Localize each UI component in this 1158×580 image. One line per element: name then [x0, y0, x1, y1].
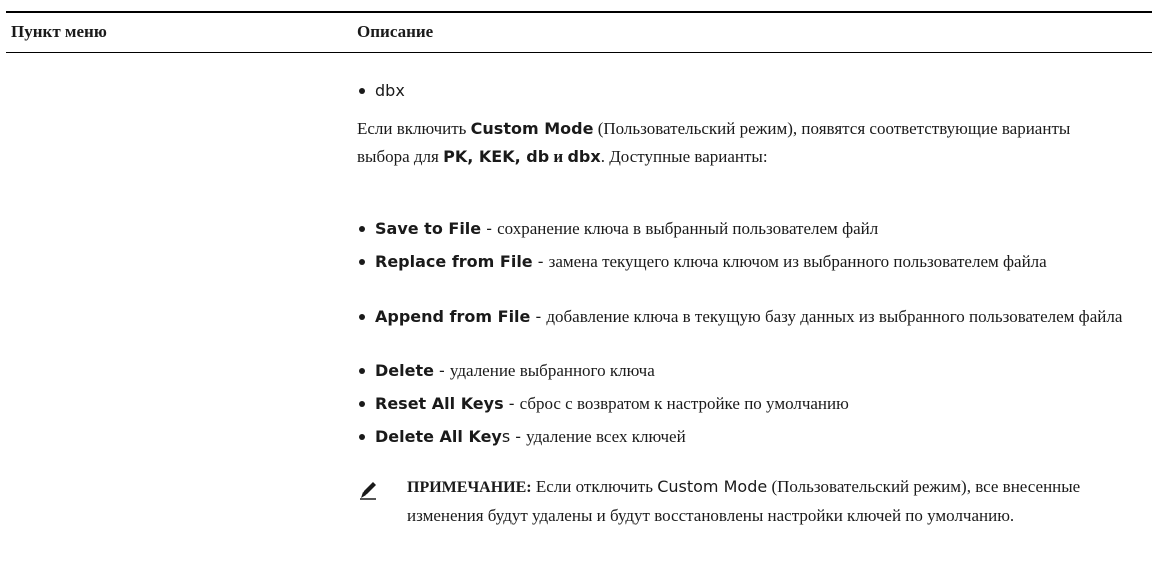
and-text: и [549, 147, 568, 166]
option-desc: сохранение ключа в выбранный пользовател… [497, 219, 879, 238]
note-text: ПРИМЕЧАНИЕ: Если отключить Custom Mode (… [407, 473, 1147, 530]
option-separator: - [481, 219, 498, 238]
bullet-icon [359, 259, 365, 265]
option-name: Save to File [375, 219, 482, 238]
option-separator: - [503, 394, 520, 413]
option-desc: удаление всех ключей [526, 427, 686, 446]
custom-mode-paragraph: Если включить Custom Mode (Пользовательс… [357, 115, 1117, 171]
bullet-icon [359, 401, 365, 407]
option-name: Delete [375, 361, 434, 380]
option-name: Reset All Keys [375, 394, 504, 413]
option-desc: удаление выбранного ключа [449, 361, 655, 380]
option-name: Append from File [375, 307, 531, 326]
custom-mode-term: Custom Mode [470, 119, 594, 138]
column-header-description: Описание [357, 22, 434, 41]
pencil-icon [360, 482, 376, 500]
list-item-text: dbx [375, 81, 405, 100]
bullet-icon [359, 368, 365, 374]
option-desc: добавление ключа в текущую базу данных и… [546, 307, 1123, 326]
option-desc: замена текущего ключа ключом из выбранно… [548, 252, 1047, 271]
menu-table: Пункт меню Описание [6, 11, 1152, 53]
option-desc: сброс с возвратом к настройке по умолчан… [519, 394, 849, 413]
note-label: ПРИМЕЧАНИЕ: [407, 479, 532, 496]
option-separator: - [530, 307, 547, 326]
note-body: Если отключить [531, 477, 658, 496]
bullet-icon [359, 226, 365, 232]
option-separator: - [532, 252, 549, 271]
bullet-icon [359, 314, 365, 320]
paragraph-text: Если включить [357, 119, 471, 138]
table-header: Пункт меню Описание [6, 11, 1152, 53]
option-separator: - [433, 361, 450, 380]
keys-term: PK, KEK, db [443, 147, 550, 166]
dbx-term: dbx [567, 147, 601, 166]
paragraph-text: . Доступные варианты: [600, 147, 768, 166]
option-name: Delete All Key [375, 427, 502, 446]
option-separator: - [510, 427, 527, 446]
option-name: Replace from File [375, 252, 533, 271]
custom-mode-term: Custom Mode [657, 477, 768, 496]
column-header-menu-item: Пункт меню [11, 22, 107, 41]
bullet-icon [359, 434, 365, 440]
option-name-tail: s [501, 427, 511, 446]
bullet-icon [359, 88, 365, 94]
